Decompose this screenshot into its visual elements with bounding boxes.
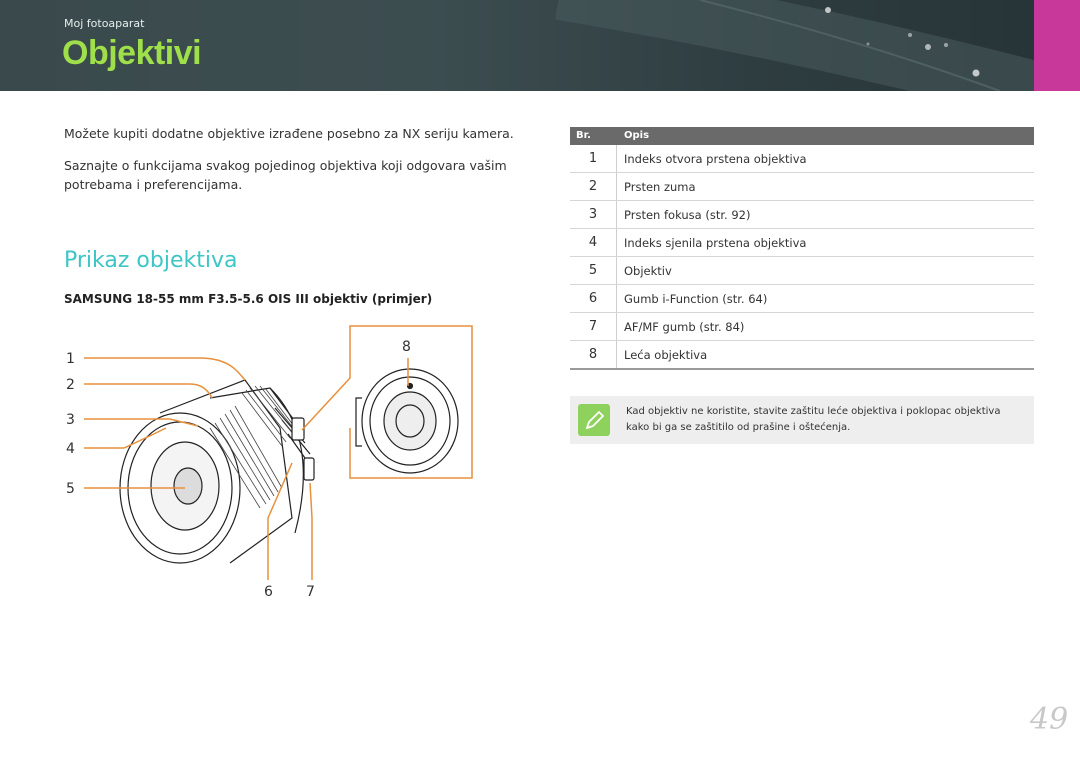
table-body: 1 Indeks otvora prstena objektiva 2 Prsten…: [570, 145, 1034, 370]
table-header: Br. Opis: [570, 127, 1034, 145]
callout-3: 3: [66, 412, 75, 428]
table-row: 5 Objektiv: [570, 257, 1034, 285]
table-row: 4 Indeks sjenila prstena objektiva: [570, 229, 1034, 257]
row-description: Prsten zuma: [624, 180, 696, 194]
lens-body: [119, 379, 315, 564]
intro-paragraph-1: Možete kupiti dodatne objektive izrađene…: [64, 126, 514, 141]
callout-4: 4: [66, 441, 75, 457]
callout-8: 8: [402, 339, 411, 355]
row-number: 7: [588, 319, 598, 334]
intro-paragraph-2: Saznajte o funkcijama svakog pojedinog o…: [64, 158, 507, 192]
note-text: Kad objektiv ne koristite, stavite zašti…: [626, 406, 1001, 433]
row-description: Indeks sjenila prstena objektiva: [624, 236, 807, 250]
row-description: Leća objektiva: [624, 348, 708, 362]
header-description: Opis: [624, 130, 650, 141]
lens-mount-view: [355, 368, 459, 474]
row-description: Gumb i-Function (str. 64): [624, 292, 768, 306]
row-description: Prsten fokusa (str. 92): [624, 208, 751, 222]
callout-6: 6: [264, 584, 273, 600]
page-number: 49: [1030, 702, 1069, 737]
page-title: Objektivi: [62, 34, 202, 72]
note-box: Kad objektiv ne koristite, stavite zašti…: [570, 396, 1034, 444]
header-banner: Moj fotoaparat Objektivi: [0, 0, 1080, 91]
table-row: 3 Prsten fokusa (str. 92): [570, 201, 1034, 229]
callout-2: 2: [66, 377, 75, 393]
pencil-icon: [578, 404, 610, 436]
callout-lines: [84, 325, 473, 580]
chapter-tab[interactable]: [1034, 0, 1080, 91]
table-row: 2 Prsten zuma: [570, 173, 1034, 201]
row-number: 6: [588, 291, 598, 306]
table-row: 1 Indeks otvora prstena objektiva: [570, 145, 1034, 173]
row-number: 5: [588, 263, 598, 278]
row-number: 4: [588, 235, 598, 250]
lens-diagram: 1 2 3 4 5 6 7 8: [66, 325, 473, 600]
section-subtitle: SAMSUNG 18-55 mm F3.5-5.6 OIS III objekt…: [64, 292, 433, 306]
row-number: 3: [588, 207, 598, 222]
row-description: Objektiv: [624, 264, 672, 278]
table-row: 8 Leća objektiva: [570, 341, 1034, 370]
row-description: Indeks otvora prstena objektiva: [624, 152, 807, 166]
intro-text: Možete kupiti dodatne objektive izrađene…: [64, 124, 524, 207]
parts-table: Br. Opis 1 Indeks otvora prstena objektiv…: [570, 127, 1034, 370]
section-title: Prikaz objektiva: [64, 248, 238, 273]
header-number: Br.: [576, 130, 591, 141]
breadcrumb[interactable]: Moj fotoaparat: [64, 17, 144, 30]
callout-7: 7: [306, 584, 315, 600]
callout-1: 1: [66, 351, 75, 367]
row-description: AF/MF gumb (str. 84): [624, 320, 745, 334]
row-number: 2: [588, 179, 598, 194]
row-number: 1: [588, 151, 598, 166]
callout-5: 5: [66, 481, 75, 497]
row-number: 8: [588, 347, 598, 362]
table-row: 7 AF/MF gumb (str. 84): [570, 313, 1034, 341]
table-row: 6 Gumb i-Function (str. 64): [570, 285, 1034, 313]
